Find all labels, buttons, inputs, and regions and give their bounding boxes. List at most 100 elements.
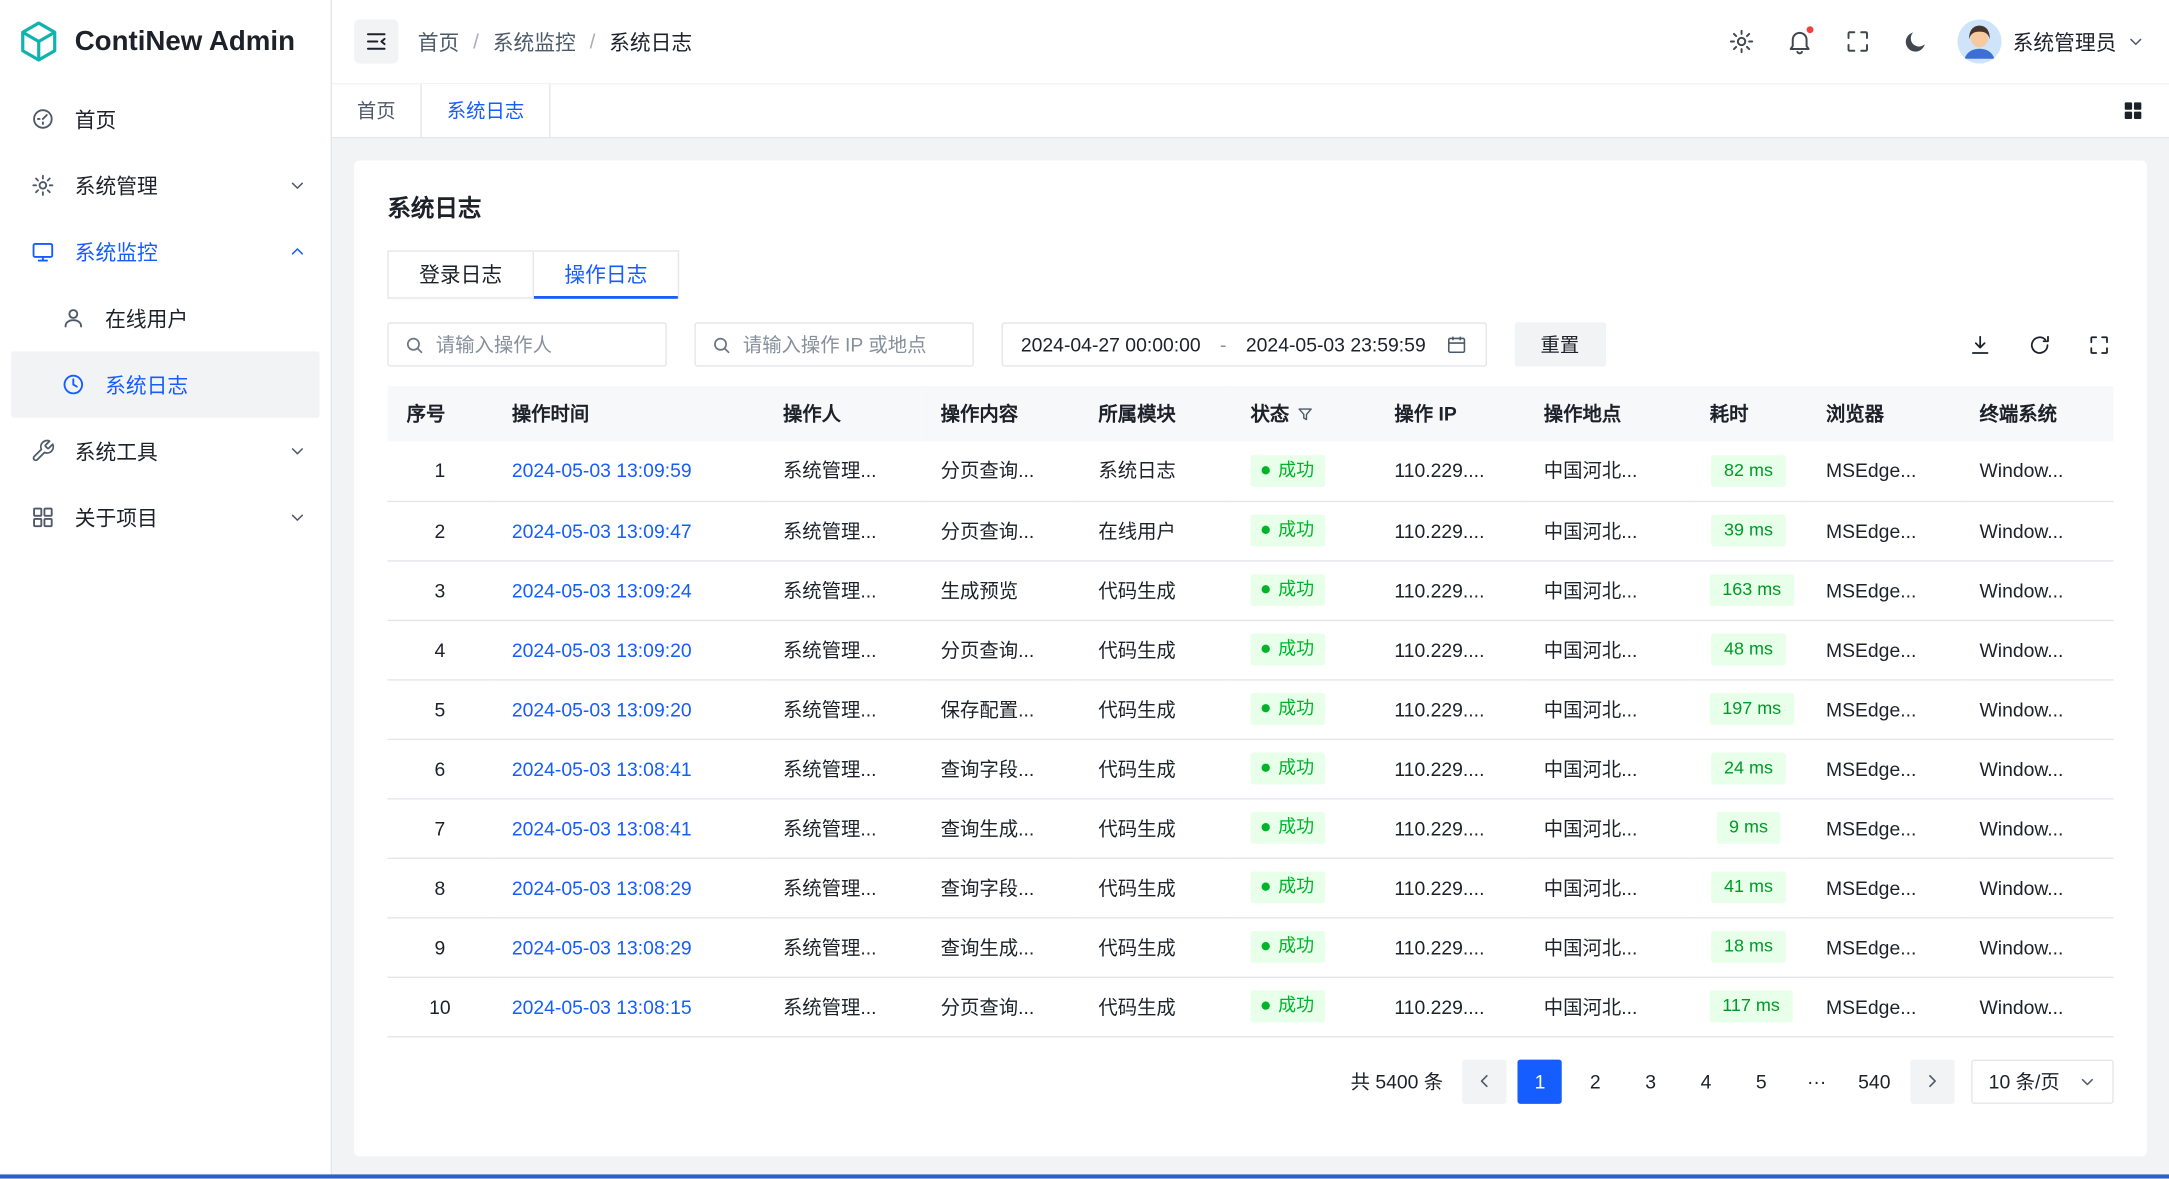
status-cell: 成功	[1231, 560, 1375, 619]
sidebar-item-system-logs[interactable]: 系统日志	[11, 351, 319, 417]
pagination-prev-button[interactable]	[1463, 1059, 1507, 1103]
os-cell: Window...	[1960, 798, 2114, 857]
app-logo[interactable]: ContiNew Admin	[0, 0, 331, 83]
content-cell: 查询字段...	[921, 858, 1079, 917]
expand-icon[interactable]	[2087, 333, 2111, 357]
settings-gear-icon	[1728, 28, 1756, 56]
tool-icon	[30, 439, 55, 464]
tab-operation-logs[interactable]: 操作日志	[534, 250, 679, 298]
avatar	[1957, 19, 2001, 63]
sidebar-item-system-mgmt[interactable]: 系统管理	[11, 152, 319, 218]
col-header-operator: 操作人	[764, 386, 922, 441]
pagination-page-4[interactable]: 4	[1684, 1059, 1728, 1103]
pagination-page-5[interactable]: 5	[1739, 1059, 1783, 1103]
pagination-next-button[interactable]	[1910, 1059, 1954, 1103]
sidebar-item-system-tools[interactable]: 系统工具	[11, 418, 319, 484]
breadcrumb-item-home[interactable]: 首页	[418, 27, 460, 56]
module-cell: 代码生成	[1079, 798, 1231, 857]
dashboard-icon	[30, 107, 55, 132]
operation-time-link[interactable]: 2024-05-03 13:08:41	[512, 757, 692, 779]
content-cell: 分页查询...	[921, 501, 1079, 560]
menu-fold-button[interactable]	[354, 19, 398, 63]
chevron-down-icon	[2079, 1073, 2096, 1090]
pagination-page-2[interactable]: 2	[1573, 1059, 1617, 1103]
content-cell: 查询字段...	[921, 739, 1079, 798]
operation-time-link[interactable]: 2024-05-03 13:08:29	[512, 936, 692, 958]
filter-funnel-icon[interactable]	[1296, 405, 1314, 423]
page-size-select[interactable]: 10 条/页	[1971, 1059, 2114, 1103]
operation-time-link[interactable]: 2024-05-03 13:08:15	[512, 995, 692, 1017]
status-badge: 成功	[1250, 634, 1325, 666]
top-header: 首页 / 系统监控 / 系统日志	[332, 0, 2169, 83]
refresh-icon[interactable]	[2028, 333, 2052, 357]
dark-mode-button[interactable]	[1891, 18, 1941, 65]
logo-icon	[17, 19, 61, 63]
filter-toolbar: 2024-04-27 00:00:00 - 2024-05-03 23:59:5…	[387, 322, 2113, 366]
operation-time-link[interactable]: 2024-05-03 13:08:41	[512, 817, 692, 839]
sidebar-item-label: 系统管理	[75, 171, 158, 200]
status-dot-icon	[1262, 883, 1270, 891]
settings-button[interactable]	[1717, 18, 1767, 65]
breadcrumb-separator: /	[473, 30, 479, 54]
duration-cell: 48 ms	[1690, 620, 1806, 679]
sidebar-item-label: 系统监控	[75, 237, 158, 266]
pagination-page-540[interactable]: 540	[1850, 1059, 1899, 1103]
ip-search-input[interactable]	[743, 333, 957, 355]
duration-cell: 9 ms	[1690, 798, 1806, 857]
view-tab-system-logs[interactable]: 系统日志	[422, 84, 551, 137]
pagination-ellipsis[interactable]: ···	[1795, 1059, 1839, 1103]
table-row: 82024-05-03 13:08:29系统管理...查询字段...代码生成成功…	[387, 858, 2113, 917]
sidebar-item-home[interactable]: 首页	[11, 86, 319, 152]
notifications-button[interactable]	[1775, 18, 1825, 65]
duration-cell: 117 ms	[1690, 977, 1806, 1036]
operation-time-link[interactable]: 2024-05-03 13:09:59	[512, 460, 692, 482]
location-cell: 中国河北...	[1524, 501, 1690, 560]
status-cell: 成功	[1231, 620, 1375, 679]
index-cell: 7	[387, 798, 492, 857]
operator-cell: 系统管理...	[764, 977, 922, 1036]
time-cell: 2024-05-03 13:08:29	[492, 917, 763, 976]
index-cell: 8	[387, 858, 492, 917]
location-cell: 中国河北...	[1524, 917, 1690, 976]
operation-time-link[interactable]: 2024-05-03 13:08:29	[512, 876, 692, 898]
module-cell: 代码生成	[1079, 917, 1231, 976]
operation-time-link[interactable]: 2024-05-03 13:09:20	[512, 638, 692, 660]
ip-search-field	[694, 322, 973, 366]
module-cell: 代码生成	[1079, 858, 1231, 917]
pagination-page-3[interactable]: 3	[1629, 1059, 1673, 1103]
sidebar-item-label: 首页	[75, 104, 117, 133]
browser-cell: MSEdge...	[1807, 620, 1961, 679]
operator-search-input[interactable]	[436, 333, 650, 355]
tab-actions-button[interactable]	[2111, 84, 2155, 137]
sidebar: ContiNew Admin 首页 系统管理	[0, 0, 332, 1179]
location-cell: 中国河北...	[1524, 620, 1690, 679]
table-row: 92024-05-03 13:08:29系统管理...查询生成...代码生成成功…	[387, 917, 2113, 976]
date-end-value: 2024-05-03 23:59:59	[1246, 333, 1426, 355]
user-menu[interactable]: 系统管理员	[1957, 19, 2144, 63]
table-row: 12024-05-03 13:09:59系统管理...分页查询...系统日志成功…	[387, 441, 2113, 500]
tab-label: 登录日志	[419, 260, 502, 289]
sidebar-item-online-users[interactable]: 在线用户	[11, 285, 319, 351]
module-cell: 代码生成	[1079, 977, 1231, 1036]
sidebar-item-about[interactable]: 关于项目	[11, 484, 319, 550]
pagination: 共 5400 条 12345···540 10 条/页	[387, 1059, 2113, 1103]
fullscreen-button[interactable]	[1833, 18, 1883, 65]
download-icon[interactable]	[1968, 333, 1992, 357]
operation-time-link[interactable]: 2024-05-03 13:09:24	[512, 579, 692, 601]
status-badge: 成功	[1250, 693, 1325, 725]
operation-time-link[interactable]: 2024-05-03 13:09:47	[512, 519, 692, 541]
tab-login-logs[interactable]: 登录日志	[387, 250, 534, 298]
date-range-picker[interactable]: 2024-04-27 00:00:00 - 2024-05-03 23:59:5…	[1002, 322, 1487, 366]
content-cell: 生成预览	[921, 560, 1079, 619]
chevron-down-icon	[2128, 33, 2145, 50]
operation-time-link[interactable]: 2024-05-03 13:09:20	[512, 698, 692, 720]
view-tab-home[interactable]: 首页	[332, 84, 422, 137]
clock-icon	[61, 372, 86, 397]
sidebar-item-system-monitor[interactable]: 系统监控	[11, 219, 319, 285]
breadcrumb-item-monitor[interactable]: 系统监控	[493, 27, 576, 56]
reset-button[interactable]: 重置	[1514, 322, 1605, 366]
time-cell: 2024-05-03 13:08:29	[492, 858, 763, 917]
status-cell: 成功	[1231, 441, 1375, 500]
pagination-page-1[interactable]: 1	[1518, 1059, 1562, 1103]
page-title: 系统日志	[387, 188, 2113, 223]
